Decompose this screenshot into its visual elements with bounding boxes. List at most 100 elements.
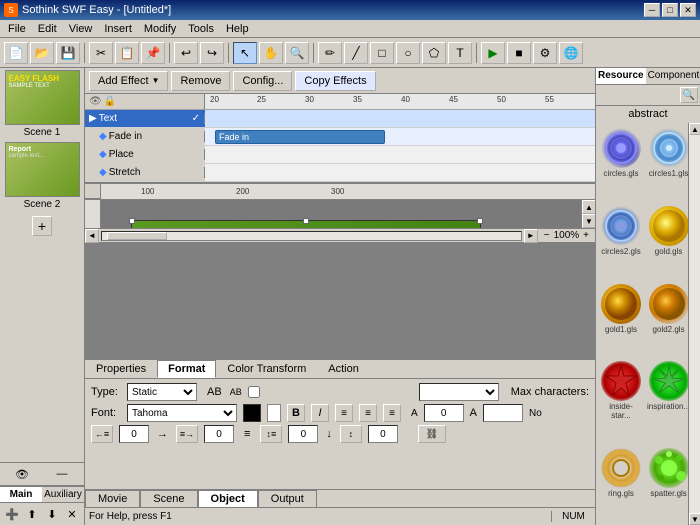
tab-main[interactable]: Main [0, 486, 42, 502]
cut-button[interactable]: ✂ [89, 42, 113, 64]
type-select[interactable]: Static [127, 383, 197, 401]
font-color-white[interactable] [267, 404, 281, 422]
save-button[interactable]: 💾 [56, 42, 80, 64]
right-scroll-track[interactable] [689, 135, 700, 513]
resource-gold2[interactable]: gold2.gls [645, 282, 688, 358]
select-button[interactable]: ↖ [233, 42, 257, 64]
zoom-plus-button[interactable]: + [581, 230, 591, 241]
settings-button[interactable]: ⚙ [533, 42, 557, 64]
resource-spatter[interactable]: spatter.gls [645, 446, 688, 522]
italic-button[interactable]: I [311, 404, 329, 422]
stop-button[interactable]: ■ [507, 42, 531, 64]
kerning-input[interactable] [483, 404, 523, 422]
line-button[interactable]: ╱ [344, 42, 368, 64]
timeline-row-stretch[interactable]: ◆ Stretch [85, 164, 595, 182]
menu-insert[interactable]: Insert [98, 22, 138, 36]
indent-right-btn[interactable]: ≡→ [176, 425, 198, 443]
font-select[interactable]: Tahoma [127, 404, 237, 422]
canvas-frame[interactable]: EASY FLASH BANNER MAKER H Create Flash B… [131, 220, 481, 228]
format-dropdown-2[interactable] [419, 383, 499, 401]
right-scroll-up[interactable]: ▲ [689, 123, 700, 135]
add-scene-button[interactable]: + [32, 216, 52, 236]
tab-action[interactable]: Action [317, 360, 370, 378]
format-checkbox-1[interactable] [248, 386, 260, 398]
resource-circles[interactable]: circles.gls [599, 126, 643, 202]
align-right-button[interactable]: ≡ [383, 404, 401, 422]
menu-tools[interactable]: Tools [182, 22, 220, 36]
move-up-icon[interactable]: ⬆ [23, 505, 41, 523]
canvas-scroll-up[interactable]: ▲ [582, 200, 595, 214]
menu-help[interactable]: Help [220, 22, 255, 36]
handle-tm[interactable] [303, 218, 309, 224]
right-tab-resource[interactable]: Resource [596, 68, 646, 84]
lock-timeline-icon[interactable]: 🔒 [104, 96, 116, 107]
indent-left-btn[interactable]: ←≡ [91, 425, 113, 443]
canvas-scroll-left[interactable]: ◄ [85, 229, 99, 243]
right-scroll-down[interactable]: ▼ [689, 513, 700, 525]
timeline-row-fadein[interactable]: ◆ Fade in Fade in [85, 128, 595, 146]
eye-timeline-icon[interactable]: 👁 [89, 96, 102, 107]
resource-circles2[interactable]: circles2.gls [599, 204, 643, 280]
para-space-input[interactable] [368, 425, 398, 443]
paste-button[interactable]: 📌 [141, 42, 165, 64]
indent-left-input[interactable] [119, 425, 149, 443]
menu-modify[interactable]: Modify [138, 22, 182, 36]
bold-button[interactable]: B [287, 404, 305, 422]
add-icon[interactable]: ➕ [3, 505, 21, 523]
tab-format[interactable]: Format [157, 360, 216, 378]
pen-button[interactable]: ✏ [318, 42, 342, 64]
resource-gold[interactable]: gold.gls [645, 204, 688, 280]
open-button[interactable]: 📂 [30, 42, 54, 64]
scene-1-item[interactable]: EASY FLASH SAMPLE TEXT Scene 1 [0, 68, 84, 140]
play-button[interactable]: ▶ [481, 42, 505, 64]
align-center-button[interactable]: ≡ [359, 404, 377, 422]
resource-ring[interactable]: ring.gls [599, 446, 643, 522]
redo-button[interactable]: ↪ [200, 42, 224, 64]
tab-properties[interactable]: Properties [85, 360, 157, 378]
hand-button[interactable]: ✋ [259, 42, 283, 64]
zoom-minus-button[interactable]: − [542, 230, 552, 241]
canvas-hscroll-thumb[interactable] [107, 232, 167, 240]
oval-button[interactable]: ○ [396, 42, 420, 64]
undo-button[interactable]: ↩ [174, 42, 198, 64]
zoom-button[interactable]: 🔍 [285, 42, 309, 64]
line-space-btn[interactable]: ↕≡ [260, 425, 282, 443]
copy-button[interactable]: 📋 [115, 42, 139, 64]
font-color-swatch[interactable] [243, 404, 261, 422]
search-button[interactable]: 🔍 [680, 87, 698, 103]
tab-color-transform[interactable]: Color Transform [216, 360, 317, 378]
menu-file[interactable]: File [2, 22, 32, 36]
timeline-row-place[interactable]: ◆ Place [85, 146, 595, 164]
indent-right-input[interactable] [204, 425, 234, 443]
right-tab-component[interactable]: Component [646, 68, 700, 84]
canvas-scroll-right[interactable]: ► [524, 229, 538, 243]
rect-button[interactable]: □ [370, 42, 394, 64]
canvas-content[interactable]: EASY FLASH BANNER MAKER H Create Flash B… [101, 200, 581, 228]
text-button[interactable]: T [448, 42, 472, 64]
tab-auxiliary[interactable]: Auxiliary [42, 486, 84, 502]
move-down-icon[interactable]: ⬇ [43, 505, 61, 523]
copy-effects-button[interactable]: Copy Effects [295, 71, 375, 91]
eye-icon[interactable]: 👁 [13, 465, 31, 483]
resource-gold1[interactable]: gold1.gls [599, 282, 643, 358]
close-button[interactable]: ✕ [680, 3, 696, 17]
link-button[interactable]: ⛓ [418, 425, 446, 443]
new-button[interactable]: 📄 [4, 42, 28, 64]
para-space-btn[interactable]: ↕ [340, 425, 362, 443]
status-tab-movie[interactable]: Movie [85, 490, 140, 507]
handle-tr[interactable] [477, 218, 483, 224]
lock-icon[interactable]: — [53, 465, 71, 483]
resource-inside-star[interactable]: inside-star... [599, 359, 643, 444]
timeline-row-text[interactable]: ▶ Text ✓ [85, 110, 595, 128]
status-tab-object[interactable]: Object [198, 490, 258, 507]
remove-button[interactable]: Remove [171, 71, 230, 91]
poly-button[interactable]: ⬠ [422, 42, 446, 64]
resource-inspiration[interactable]: inspiration... [645, 359, 688, 444]
minimize-button[interactable]: ─ [644, 3, 660, 17]
resource-circles1[interactable]: circles1.gls [645, 126, 688, 202]
status-tab-output[interactable]: Output [258, 490, 317, 507]
scene-2-item[interactable]: Report sample text... Scene 2 [0, 140, 84, 212]
add-effect-button[interactable]: Add Effect ▼ [89, 71, 168, 91]
export-button[interactable]: 🌐 [559, 42, 583, 64]
title-bar-buttons[interactable]: ─ □ ✕ [644, 3, 696, 17]
